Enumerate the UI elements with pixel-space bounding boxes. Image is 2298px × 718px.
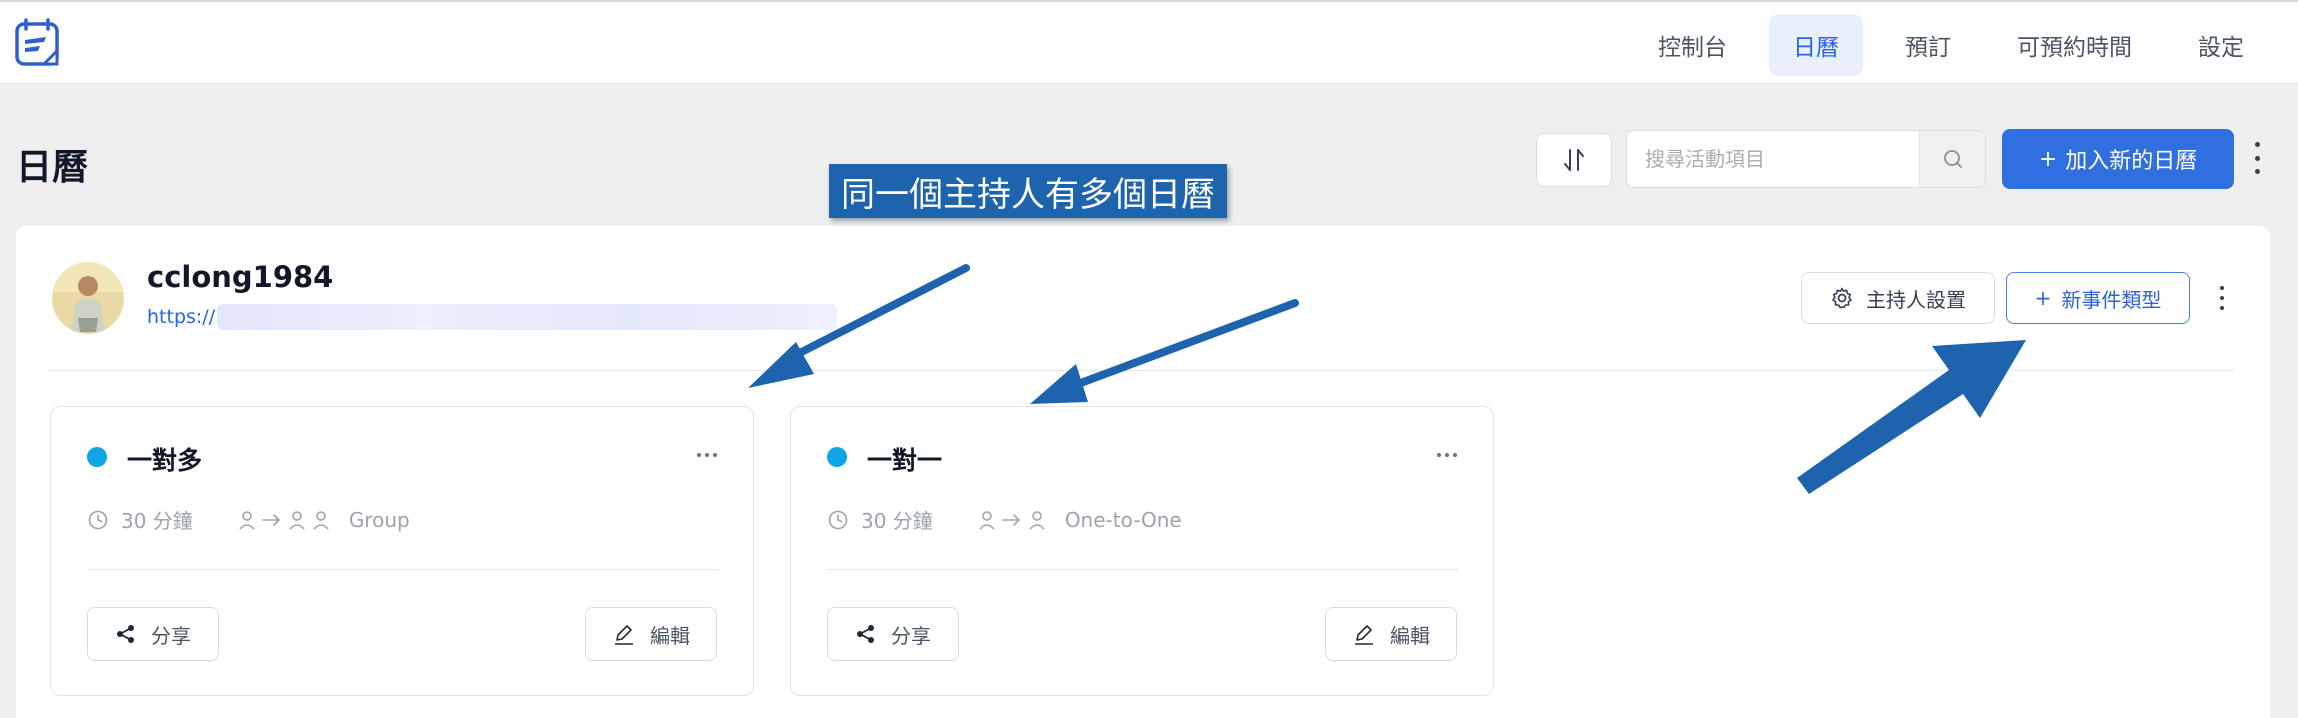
gear-icon (1832, 287, 1852, 309)
search-icon (1943, 150, 1962, 168)
redacted-link (217, 304, 838, 330)
sort-arrows-icon (1564, 149, 1584, 171)
event-duration: 30 分鐘 (121, 509, 193, 533)
event-title: 一對一 (867, 446, 943, 475)
clock-icon (88, 510, 108, 529)
nav-item-dashboard[interactable]: 控制台 (1634, 14, 1751, 76)
event-color-dot (827, 447, 847, 467)
search-button[interactable] (1919, 131, 1985, 187)
share-button[interactable]: 分享 (87, 607, 219, 661)
divider (50, 370, 2234, 371)
nav-item-calendar[interactable]: 日曆 (1769, 14, 1863, 76)
new-event-type-button[interactable]: + 新事件類型 (2006, 272, 2190, 324)
host-settings-button[interactable]: 主持人設置 (1801, 272, 1995, 324)
plus-icon: + (2034, 286, 2052, 310)
pencil-icon (615, 625, 633, 645)
one-to-many-icon (239, 510, 329, 530)
edit-label: 編輯 (1390, 623, 1430, 648)
one-to-one-icon (979, 510, 1045, 530)
host-name: cclong1984 (147, 260, 334, 294)
host-avatar (52, 262, 124, 334)
app-logo-icon[interactable] (14, 18, 62, 68)
event-card-one-to-one[interactable]: 一對一 30 分鐘 One-to-One 分享 編輯 (790, 406, 1494, 696)
share-label: 分享 (891, 623, 931, 648)
share-icon (117, 625, 134, 643)
event-color-dot (87, 447, 107, 467)
event-duration: 30 分鐘 (861, 509, 933, 533)
host-more-menu-icon[interactable] (2216, 286, 2228, 310)
plus-icon: + (2038, 146, 2058, 172)
event-more-menu-icon[interactable] (1437, 453, 1457, 457)
pencil-icon (1355, 625, 1373, 645)
search-input[interactable] (1627, 131, 1919, 187)
top-nav-bar: 控制台 日曆 預訂 可預約時間 設定 (0, 0, 2298, 84)
host-settings-label: 主持人設置 (1866, 287, 1966, 312)
new-event-type-label: 新事件類型 (2061, 287, 2162, 312)
clock-icon (828, 510, 848, 529)
page-more-menu-icon[interactable] (2249, 142, 2265, 174)
event-more-menu-icon[interactable] (697, 453, 717, 457)
event-title: 一對多 (127, 446, 203, 475)
edit-button[interactable]: 編輯 (585, 607, 717, 661)
event-meta: 30 分鐘 Group (87, 505, 410, 534)
add-calendar-label: 加入新的日曆 (2065, 149, 2198, 174)
host-booking-link[interactable]: https:// (147, 304, 838, 330)
share-icon (857, 625, 874, 643)
event-meta: 30 分鐘 One-to-One (827, 505, 1182, 534)
event-card-group[interactable]: 一對多 30 分鐘 Group 分享 編輯 (50, 406, 754, 696)
share-button[interactable]: 分享 (827, 607, 959, 661)
share-label: 分享 (151, 623, 191, 648)
event-type-label: One-to-One (1064, 507, 1182, 532)
sort-button[interactable] (1536, 133, 1612, 187)
nav-item-availability[interactable]: 可預約時間 (1993, 14, 2156, 76)
main-nav: 控制台 日曆 預訂 可預約時間 設定 (1634, 14, 2268, 76)
nav-item-settings[interactable]: 設定 (2174, 14, 2268, 76)
event-type-label: Group (348, 507, 410, 532)
card-divider (87, 569, 719, 570)
edit-label: 編輯 (650, 623, 690, 648)
add-calendar-button[interactable]: + 加入新的日曆 (2002, 129, 2234, 189)
annotation-label: 同一個主持人有多個日曆 (829, 164, 1227, 218)
card-divider (827, 569, 1459, 570)
calendar-panel: cclong1984 https:// 主持人設置 + 新事件類型 一對多 30… (16, 226, 2270, 718)
host-link-prefix: https:// (147, 306, 216, 328)
search-box (1626, 130, 1986, 188)
page-title: 日曆 (16, 147, 89, 188)
nav-item-bookings[interactable]: 預訂 (1881, 14, 1975, 76)
edit-button[interactable]: 編輯 (1325, 607, 1457, 661)
